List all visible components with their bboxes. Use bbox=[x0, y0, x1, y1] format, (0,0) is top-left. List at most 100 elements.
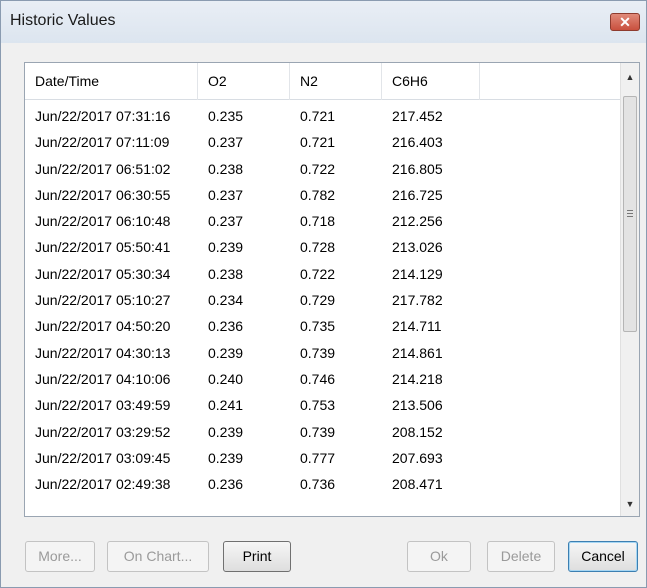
cell-datetime: Jun/22/2017 07:31:16 bbox=[35, 108, 171, 124]
cell-c6h6: 214.861 bbox=[392, 344, 443, 361]
table-row[interactable]: Jun/22/2017 03:09:45 0.239 0.777 207.693 bbox=[25, 445, 621, 471]
column-header-o2[interactable]: O2 bbox=[198, 63, 290, 100]
cell-n2: 0.777 bbox=[300, 449, 336, 466]
window-title: Historic Values bbox=[10, 12, 116, 29]
cell-n2: 0.729 bbox=[300, 292, 336, 309]
cell-n2: 0.735 bbox=[300, 318, 336, 335]
cell-datetime: Jun/22/2017 02:49:38 bbox=[35, 476, 171, 493]
cell-o2: 0.237 bbox=[208, 213, 244, 230]
column-header-datetime[interactable]: Date/Time bbox=[25, 63, 198, 100]
cell-n2: 0.736 bbox=[300, 476, 336, 493]
cell-o2: 0.238 bbox=[208, 160, 244, 177]
cell-datetime: Jun/22/2017 05:30:34 bbox=[35, 265, 171, 282]
cell-datetime: Jun/22/2017 06:10:48 bbox=[35, 213, 171, 230]
table-row[interactable]: Jun/22/2017 04:10:06 0.240 0.746 214.218 bbox=[25, 366, 621, 392]
cell-c6h6: 207.693 bbox=[392, 449, 443, 466]
cell-c6h6: 216.725 bbox=[392, 186, 443, 203]
cancel-button[interactable]: Cancel bbox=[568, 541, 638, 572]
title-bar[interactable]: Historic Values ✕ bbox=[1, 1, 646, 43]
cell-c6h6: 216.805 bbox=[392, 160, 443, 177]
table-row[interactable]: Jun/22/2017 06:30:55 0.237 0.782 216.725 bbox=[25, 182, 621, 208]
table-row[interactable]: Jun/22/2017 05:50:41 0.239 0.728 213.026 bbox=[25, 234, 621, 260]
cell-c6h6: 217.782 bbox=[392, 292, 443, 309]
table-row[interactable]: Jun/22/2017 07:31:16 0.235 0.721 217.452 bbox=[25, 103, 621, 129]
scroll-up-arrow-icon[interactable]: ▲ bbox=[621, 68, 639, 86]
table-row[interactable]: Jun/22/2017 06:51:02 0.238 0.722 216.805 bbox=[25, 156, 621, 182]
delete-button[interactable]: Delete bbox=[487, 541, 555, 572]
cell-n2: 0.739 bbox=[300, 344, 336, 361]
cell-datetime: Jun/22/2017 05:10:27 bbox=[35, 292, 171, 309]
cell-datetime: Jun/22/2017 06:30:55 bbox=[35, 186, 171, 203]
cell-n2: 0.721 bbox=[300, 108, 336, 124]
historic-values-dialog: Historic Values ✕ Date/Time O2 N2 C6H6 J… bbox=[0, 0, 647, 588]
table-row[interactable]: Jun/22/2017 03:49:59 0.241 0.753 213.506 bbox=[25, 392, 621, 418]
table-row[interactable]: Jun/22/2017 06:10:48 0.237 0.718 212.256 bbox=[25, 208, 621, 234]
cell-n2: 0.728 bbox=[300, 239, 336, 256]
cell-datetime: Jun/22/2017 04:10:06 bbox=[35, 370, 171, 387]
cell-datetime: Jun/22/2017 03:29:52 bbox=[35, 423, 171, 440]
cell-o2: 0.239 bbox=[208, 449, 244, 466]
grip-line bbox=[627, 210, 633, 211]
cell-c6h6: 214.711 bbox=[392, 318, 442, 335]
cell-datetime: Jun/22/2017 03:49:59 bbox=[35, 397, 171, 414]
list-header: Date/Time O2 N2 C6H6 bbox=[25, 63, 621, 100]
cell-c6h6: 214.129 bbox=[392, 265, 443, 282]
table-row[interactable]: Jun/22/2017 04:50:20 0.236 0.735 214.711 bbox=[25, 313, 621, 339]
cell-o2: 0.236 bbox=[208, 476, 244, 493]
on-chart-button[interactable]: On Chart... bbox=[107, 541, 209, 572]
table-row[interactable]: Jun/22/2017 05:10:27 0.234 0.729 217.782 bbox=[25, 287, 621, 313]
cell-n2: 0.739 bbox=[300, 423, 336, 440]
grip-line bbox=[627, 216, 633, 217]
column-header-c6h6[interactable]: C6H6 bbox=[382, 63, 480, 100]
cell-datetime: Jun/22/2017 04:50:20 bbox=[35, 318, 171, 335]
cell-n2: 0.746 bbox=[300, 370, 336, 387]
cell-c6h6: 208.152 bbox=[392, 423, 443, 440]
cell-o2: 0.235 bbox=[208, 108, 244, 124]
cell-o2: 0.234 bbox=[208, 292, 244, 309]
table-row[interactable]: Jun/22/2017 04:30:13 0.239 0.739 214.861 bbox=[25, 340, 621, 366]
cell-n2: 0.782 bbox=[300, 186, 336, 203]
table-row[interactable]: Jun/22/2017 05:30:34 0.238 0.722 214.129 bbox=[25, 261, 621, 287]
cell-datetime: Jun/22/2017 04:30:13 bbox=[35, 344, 171, 361]
cell-c6h6: 216.403 bbox=[392, 134, 443, 151]
cell-o2: 0.238 bbox=[208, 265, 244, 282]
scroll-down-arrow-icon[interactable]: ▼ bbox=[621, 495, 639, 513]
cell-n2: 0.718 bbox=[300, 213, 336, 230]
more-button[interactable]: More... bbox=[25, 541, 95, 572]
cell-o2: 0.241 bbox=[208, 397, 244, 414]
cell-c6h6: 208.471 bbox=[392, 476, 443, 493]
cell-o2: 0.240 bbox=[208, 370, 244, 387]
cell-o2: 0.236 bbox=[208, 318, 244, 335]
cell-o2: 0.239 bbox=[208, 344, 244, 361]
cell-c6h6: 213.026 bbox=[392, 239, 443, 256]
close-icon: ✕ bbox=[619, 14, 631, 30]
scrollbar-thumb[interactable] bbox=[623, 96, 637, 332]
cell-c6h6: 213.506 bbox=[392, 397, 443, 414]
vertical-scrollbar[interactable]: ▲ ▼ bbox=[620, 63, 639, 516]
close-button[interactable]: ✕ bbox=[610, 13, 640, 31]
cell-n2: 0.722 bbox=[300, 160, 336, 177]
cell-c6h6: 214.218 bbox=[392, 370, 443, 387]
table-row[interactable]: Jun/22/2017 03:29:52 0.239 0.739 208.152 bbox=[25, 419, 621, 445]
cell-o2: 0.239 bbox=[208, 423, 244, 440]
cell-o2: 0.237 bbox=[208, 186, 244, 203]
cell-datetime: Jun/22/2017 03:09:45 bbox=[35, 449, 171, 466]
table-row[interactable]: Jun/22/2017 07:11:09 0.237 0.721 216.403 bbox=[25, 129, 621, 155]
column-header-empty bbox=[480, 63, 621, 100]
cell-c6h6: 217.452 bbox=[392, 108, 443, 124]
cell-datetime: Jun/22/2017 05:50:41 bbox=[35, 239, 171, 256]
historic-values-list[interactable]: Date/Time O2 N2 C6H6 Jun/22/2017 07:31:1… bbox=[24, 62, 640, 517]
cell-n2: 0.721 bbox=[300, 134, 336, 151]
cell-datetime: Jun/22/2017 07:11:09 bbox=[35, 134, 170, 151]
cell-datetime: Jun/22/2017 06:51:02 bbox=[35, 160, 171, 177]
cell-n2: 0.722 bbox=[300, 265, 336, 282]
cell-o2: 0.237 bbox=[208, 134, 244, 151]
cell-n2: 0.753 bbox=[300, 397, 336, 414]
print-button[interactable]: Print bbox=[223, 541, 291, 572]
grip-line bbox=[627, 213, 633, 214]
list-rows: Jun/22/2017 07:31:16 0.235 0.721 217.452… bbox=[25, 103, 621, 497]
table-row[interactable]: Jun/22/2017 02:49:38 0.236 0.736 208.471 bbox=[25, 471, 621, 497]
column-header-n2[interactable]: N2 bbox=[290, 63, 382, 100]
cell-c6h6: 212.256 bbox=[392, 213, 443, 230]
ok-button[interactable]: Ok bbox=[407, 541, 471, 572]
